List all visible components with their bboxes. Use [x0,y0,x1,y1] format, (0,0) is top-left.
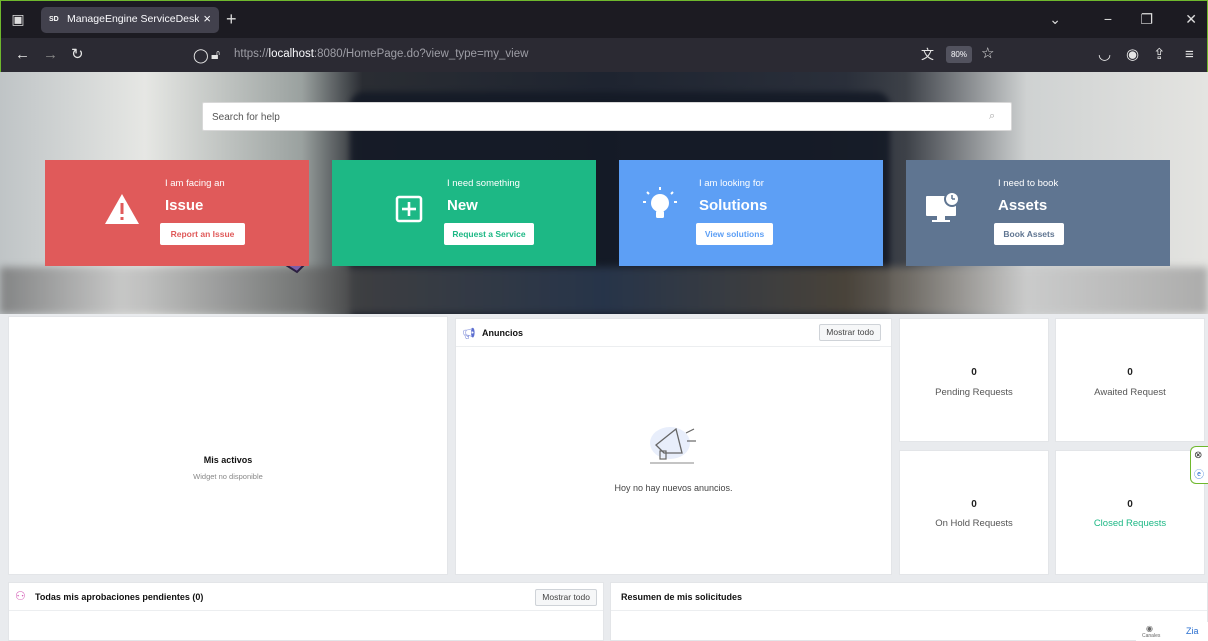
hero-banner: Search for help ⌕ I am facing an Issue R… [0,72,1208,314]
url-text[interactable]: https://localhost:8080/HomePage.do?view_… [234,48,528,60]
channels-icon[interactable]: ◉ [1146,624,1153,633]
solutions-card[interactable]: I am looking for Solutions View solution… [619,160,883,266]
my-assets-unavailable: Widget no disponible [193,472,263,481]
shield-icon[interactable]: ◯ [193,46,209,64]
tab-close-icon[interactable]: × [203,12,211,26]
footer-corner: ◉ Canales Zia [1136,622,1208,641]
stat-tile-on-hold[interactable]: 0 On Hold Requests [899,450,1049,575]
awaited-label[interactable]: Awaited Request [1056,387,1204,398]
warning-icon [105,194,139,224]
my-assets-title: Mis activos [203,455,253,465]
approvals-divider [9,610,603,611]
solutions-card-title: Solutions [699,197,768,214]
browser-nav-bar: ← → ↻ ◯ 🔓︎ https://localhost:8080/HomePa… [0,38,1208,72]
tab-list-icon[interactable]: ▣ [10,11,26,27]
browser-tab-active[interactable]: SD ManageEngine ServiceDesk Plu × [41,7,219,33]
extensions-icon[interactable]: ⇪ [1153,46,1166,64]
on-hold-count: 0 [971,499,977,510]
search-icon[interactable]: ⌕ [989,110,1001,122]
back-arrow-icon[interactable]: ← [15,46,30,64]
report-issue-button[interactable]: Report an Issue [160,223,245,245]
assets-card-title: Assets [998,197,1048,214]
tab-title: ManageEngine ServiceDesk Plu [67,13,199,25]
closed-count: 0 [1127,499,1133,510]
announcements-title: Anuncios [482,328,524,338]
announcement-empty-illustration-icon [650,427,696,464]
new-card[interactable]: I need something New Request a Service [332,160,596,266]
restore-icon[interactable]: ❐ [1140,11,1153,27]
translate-icon[interactable]: 文 [921,46,934,64]
stat-tile-pending[interactable]: 0 Pending Requests [899,318,1049,442]
issue-card[interactable]: I am facing an Issue Report an Issue [45,160,309,266]
awaited-count: 0 [1127,367,1133,378]
side-floating-widget[interactable]: ⊗ ⓔ [1190,446,1208,484]
plus-icon [395,195,423,223]
view-solutions-button[interactable]: View solutions [696,223,773,245]
megaphone-icon: 📢︎ [462,328,476,340]
pending-label[interactable]: Pending Requests [900,387,1048,398]
stat-tile-closed[interactable]: 0 Closed Requests [1055,450,1205,575]
minimize-icon[interactable]: − [1104,11,1112,27]
assets-card[interactable]: I need to book Assets Book Assets [906,160,1170,266]
zoom-level-badge[interactable]: 80% [946,46,972,63]
account-icon[interactable]: ◉ [1126,46,1139,64]
issue-card-subtitle: I am facing an [165,178,225,189]
announcements-widget: 📢︎ Anuncios Mostrar todo Hoy no hay nuev… [455,318,892,575]
announcements-show-all-button[interactable]: Mostrar todo [819,324,881,341]
summary-divider [611,610,1207,611]
pending-count: 0 [971,367,977,378]
reload-icon[interactable]: ↻ [71,46,84,64]
approvals-widget: ⚇ Todas mis aprobaciones pendientes (0) … [8,582,604,641]
new-tab-button[interactable]: + [226,9,237,29]
lock-warning-icon[interactable]: 🔓︎ [211,45,220,63]
approvals-title: Todas mis aprobaciones pendientes (0) [35,592,204,602]
closed-label[interactable]: Closed Requests [1056,518,1204,529]
monitor-clock-icon [926,191,960,222]
approvals-show-all-button[interactable]: Mostrar todo [535,589,597,606]
tab-overflow-chevron-icon[interactable]: ⌄ [1049,11,1061,27]
bookmark-star-icon[interactable]: ☆ [981,45,994,63]
issue-card-title: Issue [165,197,204,214]
new-card-subtitle: I need something [447,178,520,189]
requests-summary-widget: Resumen de mis solicitudes [610,582,1208,641]
menu-hamburger-icon[interactable]: ≡ [1185,46,1194,64]
on-hold-label[interactable]: On Hold Requests [900,518,1048,529]
forward-arrow-icon[interactable]: → [43,46,58,64]
announcements-header: 📢︎ Anuncios Mostrar todo [456,319,891,347]
search-input[interactable]: Search for help [212,112,280,123]
browser-tab-bar: ▣ SD ManageEngine ServiceDesk Plu × + ⌄ … [0,0,1208,38]
zia-label[interactable]: Zia [1186,626,1199,636]
requests-summary-title: Resumen de mis solicitudes [621,592,743,602]
no-announcements-text: Hoy no hay nuevos anuncios. [614,483,733,493]
channels-label[interactable]: Canales [1142,633,1160,639]
approvals-icon: ⚇ [15,589,26,603]
assets-card-subtitle: I need to book [998,178,1059,189]
book-assets-button[interactable]: Book Assets [994,223,1064,245]
stat-tile-awaited[interactable]: 0 Awaited Request [1055,318,1205,442]
servicedesk-favicon-icon: SD [49,16,59,23]
edge-e-icon[interactable]: ⓔ [1194,466,1204,481]
solutions-card-subtitle: I am looking for [699,178,764,189]
help-search-box[interactable]: Search for help ⌕ [202,102,1012,131]
lightbulb-icon [643,187,677,218]
my-assets-widget: Mis activos Widget no disponible [8,316,448,575]
address-bar[interactable]: ◯ 🔓︎ https://localhost:8080/HomePage.do?… [181,42,1011,68]
request-service-button[interactable]: Request a Service [444,223,534,245]
close-circle-icon[interactable]: ⊗ [1194,450,1202,461]
pocket-icon[interactable]: ◡ [1098,46,1111,64]
close-window-icon[interactable]: ✕ [1185,11,1197,27]
new-card-title: New [447,197,478,214]
